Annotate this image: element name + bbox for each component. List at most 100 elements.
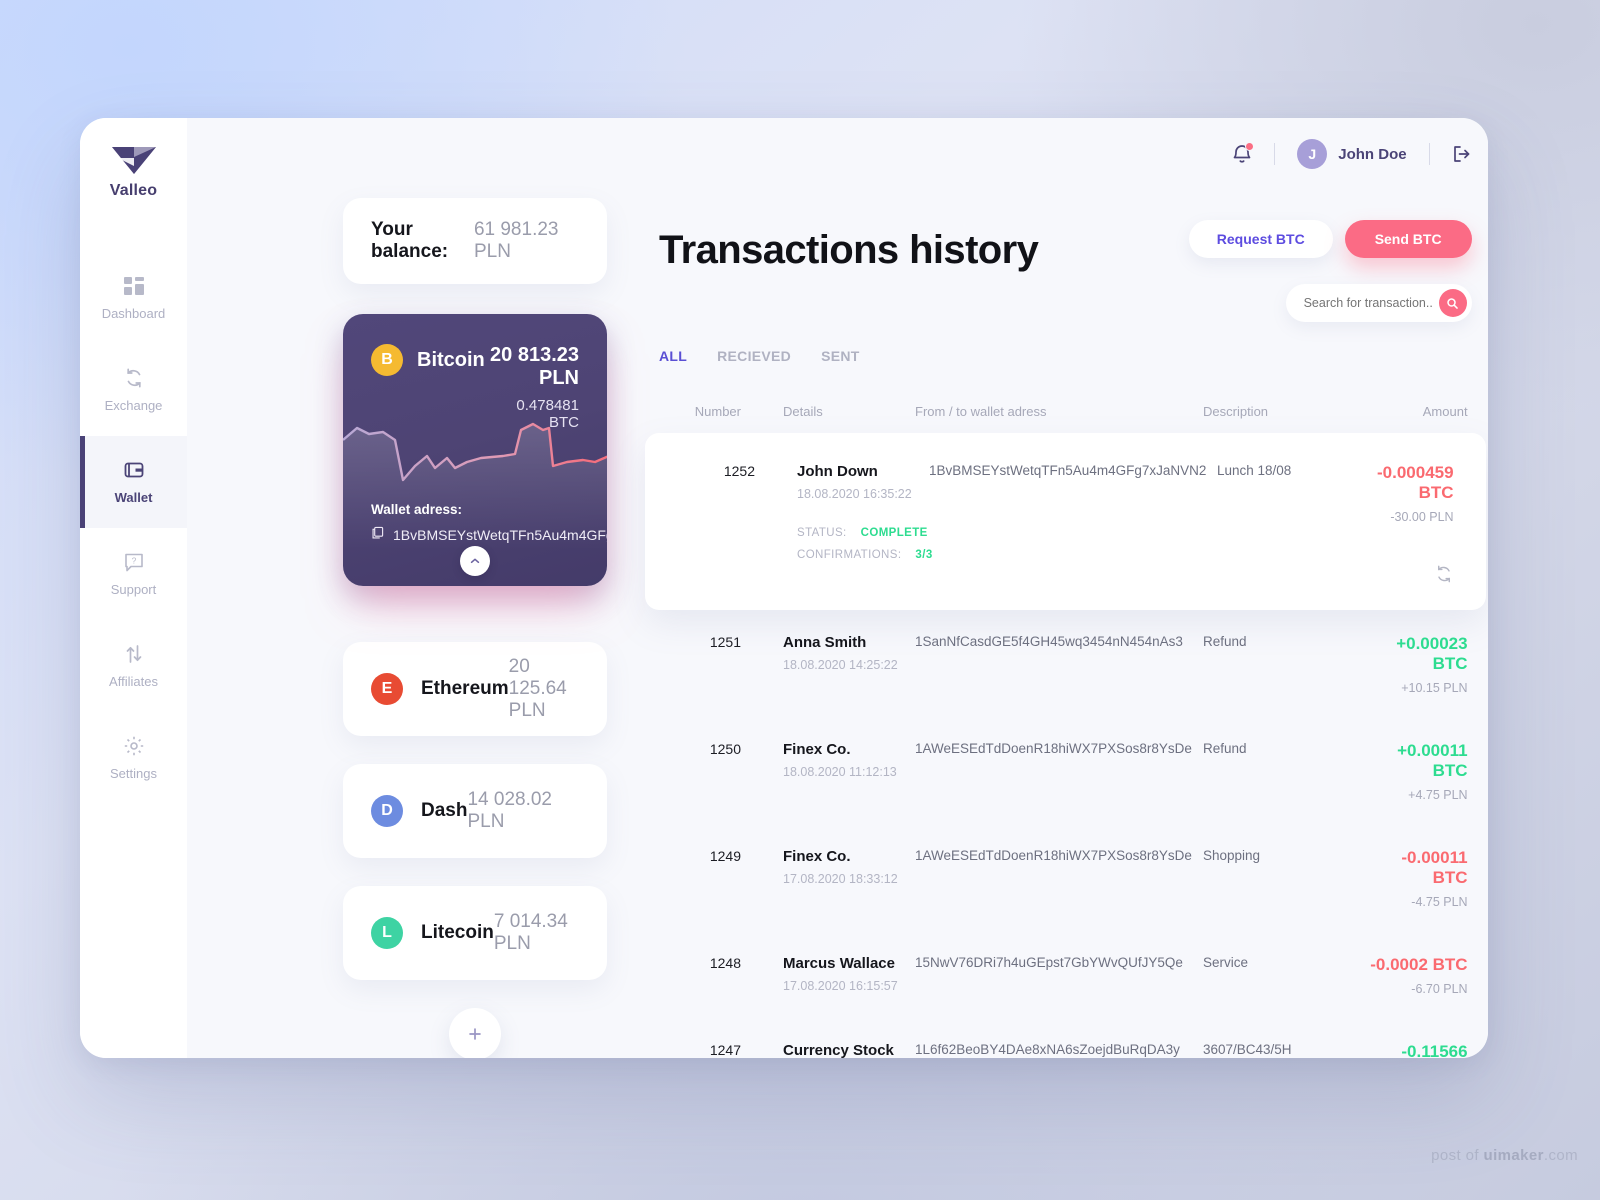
bitcoin-wallet-card[interactable]: B Bitcoin 20 813.23 PLN 0.478481 BTC Wal…	[343, 314, 607, 586]
transaction-address: 1AWeESEdTdDoenR18hiWX7PXSos8r8YsDe	[915, 848, 1192, 863]
notification-bell-icon[interactable]	[1232, 142, 1255, 165]
transaction-details: Finex Co. 17.08.2020 18:33:12	[755, 848, 915, 886]
transaction-details: Anna Smith 18.08.2020 14:25:22	[755, 634, 915, 672]
tab-all[interactable]: ALL	[659, 348, 687, 364]
collapse-card-button[interactable]	[460, 546, 490, 576]
sidebar-item-support[interactable]: ? Support	[80, 528, 187, 620]
transaction-address: 1AWeESEdTdDoenR18hiWX7PXSos8r8YsDe	[915, 741, 1192, 756]
wallets-column: Your balance: 61 981.23 PLN B Bitcoin 20…	[187, 190, 607, 1058]
sidebar: Valleo Dashboard Exchange Wallet ? Suppo…	[80, 118, 187, 1058]
sidebar-item-label: Support	[110, 582, 157, 597]
plus-icon	[469, 1028, 481, 1040]
amount-pln: +4.75 PLN	[1408, 788, 1468, 802]
brand-name: Valleo	[109, 182, 158, 199]
amount-btc: -0.00011 BTC	[1401, 848, 1468, 887]
transaction-description: Refund	[1203, 634, 1247, 649]
user-menu[interactable]: J John Doe	[1297, 139, 1407, 169]
transaction-amount: +0.00023 BTC +10.15 PLN	[1363, 634, 1472, 695]
balance-label: Your balance:	[371, 219, 449, 262]
table-row[interactable]: 1250 Finex Co. 18.08.2020 11:12:13 1AWeE…	[659, 717, 1472, 824]
coin-value: 14 028.02 PLN	[467, 789, 552, 832]
sidebar-item-exchange[interactable]: Exchange	[80, 344, 187, 436]
refresh-transaction-button[interactable]	[1377, 564, 1454, 584]
coin-name: Ethereum	[421, 678, 509, 699]
status-label: STATUS:	[797, 527, 847, 539]
table-row[interactable]: 1251 Anna Smith 18.08.2020 14:25:22 1San…	[659, 610, 1472, 717]
table-row[interactable]: 1247 Currency Stock 17.08.2020 09:14:42 …	[659, 1018, 1472, 1058]
exchange-refresh-icon	[123, 367, 145, 389]
transaction-number: 1252	[723, 463, 755, 479]
chevron-up-icon	[470, 558, 480, 564]
support-question-icon: ?	[123, 551, 145, 573]
bitcoin-name: Bitcoin	[417, 348, 485, 371]
amount-btc: -0.11566 BTC	[1401, 1042, 1468, 1058]
transaction-address: 15NwV76DRi7h4uGEpst7GbYWvQUfJY5Qe	[915, 955, 1183, 970]
transaction-address: 1L6f62BeoBY4DAe8xNA6sZoejdBuRqDA3y	[915, 1042, 1180, 1057]
brand-logo[interactable]: Valleo	[108, 144, 160, 200]
status-badge: COMPLETE	[860, 527, 928, 539]
sidebar-item-label: Settings	[110, 766, 157, 781]
sidebar-item-dashboard[interactable]: Dashboard	[80, 252, 187, 344]
transaction-filter-tabs: ALL RECIEVED SENT	[659, 348, 1472, 364]
add-wallet-button[interactable]	[449, 1008, 501, 1058]
bitcoin-badge-icon: B	[371, 344, 403, 376]
sidebar-nav: Dashboard Exchange Wallet ? Support Affi…	[80, 252, 187, 804]
bitcoin-wallet-address-block: Wallet adress: 1BvBMSEYstWetqTFn5Au4m4GF…	[343, 502, 607, 544]
divider	[1428, 143, 1430, 165]
transaction-amount: -0.0002 BTC -6.70 PLN	[1363, 955, 1472, 996]
transaction-description: Refund	[1203, 741, 1247, 756]
table-header: Number Details From / to wallet adress D…	[659, 404, 1472, 419]
user-name: John Doe	[1338, 145, 1407, 163]
sidebar-item-affiliates[interactable]: Affiliates	[80, 620, 187, 712]
coin-value: 7 014.34 PLN	[493, 911, 568, 954]
transaction-details: Marcus Wallace 17.08.2020 16:15:57	[755, 955, 915, 993]
coin-value: 20 125.64 PLN	[508, 656, 567, 721]
tab-sent[interactable]: SENT	[821, 348, 860, 364]
column-header-details: Details	[783, 404, 823, 419]
tab-recieved[interactable]: RECIEVED	[717, 348, 791, 364]
sidebar-item-settings[interactable]: Settings	[80, 712, 187, 804]
request-btc-button[interactable]: Request BTC	[1188, 220, 1333, 258]
litecoin-badge-icon: L	[371, 917, 403, 949]
search-box[interactable]	[1285, 284, 1472, 322]
search-icon	[1447, 297, 1458, 309]
svg-text:?: ?	[131, 556, 136, 566]
amount-pln: -30.00 PLN	[1390, 510, 1454, 524]
transaction-amount: -0.11566 BTC +5 320.20 PLN	[1363, 1042, 1472, 1058]
send-btc-button[interactable]: Send BTC	[1344, 220, 1472, 258]
topbar: J John Doe	[187, 118, 1488, 190]
transaction-details: Finex Co. 18.08.2020 11:12:13	[755, 741, 915, 779]
amount-btc: +0.00011 BTC	[1397, 741, 1468, 780]
table-row[interactable]: 1249 Finex Co. 17.08.2020 18:33:12 1AWeE…	[659, 824, 1472, 931]
balance-value: 61 981.23 PLN	[473, 219, 559, 262]
table-row[interactable]: 1252 John Down 18.08.2020 16:35:22 STATU…	[645, 433, 1486, 610]
dash-badge-icon: D	[371, 795, 403, 827]
transaction-details: John Down 18.08.2020 16:35:22 STATUS: COM…	[769, 463, 933, 561]
search-input[interactable]	[1303, 296, 1433, 310]
copy-icon[interactable]	[371, 526, 384, 544]
wallet-card-dash[interactable]: D Dash 14 028.02 PLN	[343, 764, 607, 858]
transaction-number: 1250	[709, 741, 741, 757]
table-row[interactable]: 1248 Marcus Wallace 17.08.2020 16:15:57 …	[659, 931, 1472, 1018]
transaction-date: 17.08.2020 18:33:12	[783, 872, 898, 886]
wallet-card-litecoin[interactable]: L Litecoin 7 014.34 PLN	[343, 886, 607, 980]
transactions-column: Transactions history Request BTC Send BT…	[607, 190, 1488, 1058]
confirmations-label: CONFIRMATIONS:	[797, 549, 902, 561]
transaction-name: Anna Smith	[783, 634, 867, 651]
wallet-address-value: 1BvBMSEYstWetqTFn5Au4m4GFg7xJaNVN2	[393, 527, 607, 543]
coin-name: Litecoin	[421, 922, 494, 943]
amount-pln: -4.75 PLN	[1411, 895, 1468, 909]
balance-card: Your balance: 61 981.23 PLN	[343, 198, 607, 284]
app-window: Valleo Dashboard Exchange Wallet ? Suppo…	[80, 118, 1488, 1058]
avatar: J	[1297, 139, 1328, 169]
content: Your balance: 61 981.23 PLN B Bitcoin 20…	[187, 190, 1488, 1058]
sidebar-item-wallet[interactable]: Wallet	[80, 436, 187, 528]
logout-icon[interactable]	[1452, 144, 1472, 164]
transaction-date: 18.08.2020 14:25:22	[783, 658, 898, 672]
settings-gear-icon	[123, 735, 145, 757]
transaction-name: Finex Co.	[783, 848, 851, 865]
search-button[interactable]	[1438, 289, 1467, 317]
sidebar-item-label: Dashboard	[101, 306, 166, 321]
confirmations-value: 3/3	[915, 549, 933, 561]
wallet-card-ethereum[interactable]: E Ethereum 20 125.64 PLN	[343, 642, 607, 736]
